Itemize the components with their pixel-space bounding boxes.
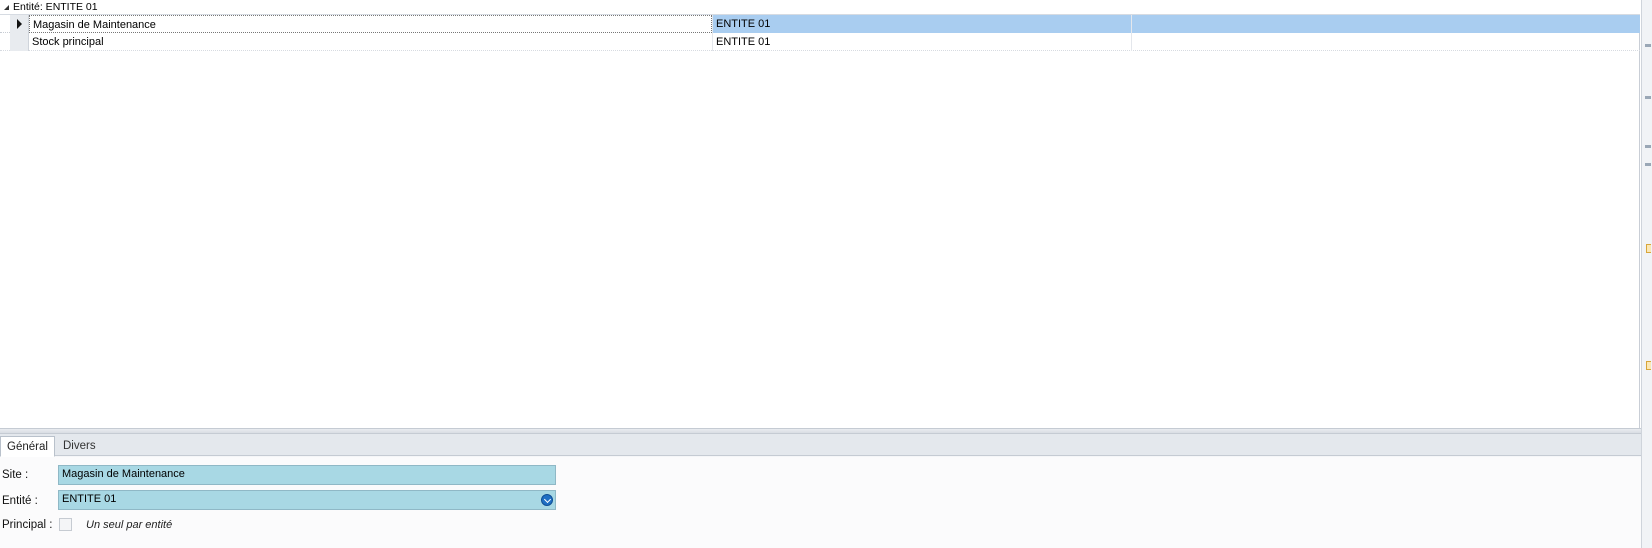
tab-general[interactable]: Général: [0, 436, 55, 457]
group-label: Entité: ENTITE 01: [13, 1, 98, 13]
cell-entite[interactable]: ENTITE 01: [712, 33, 1131, 51]
tab-divers[interactable]: Divers: [57, 436, 102, 456]
entite-label: Entité :: [2, 495, 38, 507]
row-indicator[interactable]: [10, 15, 29, 33]
right-toolbar-strip: [1641, 0, 1652, 548]
site-label: Site :: [2, 469, 29, 481]
window: Entité: ENTITE 01 Magasin de Maintenance…: [0, 0, 1652, 548]
dropdown-arrow-icon[interactable]: [541, 494, 553, 506]
toolbar-edge-icon[interactable]: [1646, 244, 1651, 253]
toolbar-edge-icon[interactable]: [1645, 96, 1651, 99]
site-field[interactable]: Magasin de Maintenance: [58, 465, 556, 485]
cell-empty[interactable]: [1131, 33, 1640, 51]
cell-site[interactable]: Magasin de Maintenance: [29, 15, 712, 33]
principal-label: Principal :: [2, 519, 53, 531]
table-row[interactable]: Magasin de Maintenance ENTITE 01: [0, 15, 1640, 33]
principal-checkbox[interactable]: [59, 518, 72, 531]
cell-empty[interactable]: [1131, 15, 1640, 33]
detail-panel: Général Divers Site : Magasin de Mainten…: [0, 434, 1641, 548]
row-indicator[interactable]: [10, 33, 29, 51]
tab-bar: Général Divers: [0, 434, 1641, 457]
data-grid[interactable]: Entité: ENTITE 01 Magasin de Maintenance…: [0, 0, 1640, 428]
entite-value: ENTITE 01: [62, 493, 117, 505]
entite-combo[interactable]: ENTITE 01: [58, 490, 556, 510]
form-general: Site : Magasin de Maintenance Entité : E…: [0, 457, 1641, 548]
table-row[interactable]: Stock principal ENTITE 01: [0, 33, 1640, 51]
toolbar-edge-icon[interactable]: [1646, 361, 1651, 370]
toolbar-edge-icon[interactable]: [1645, 163, 1651, 166]
cell-entite[interactable]: ENTITE 01: [712, 15, 1131, 33]
principal-hint: Un seul par entité: [86, 519, 173, 531]
toolbar-edge-icon[interactable]: [1645, 44, 1651, 47]
cell-site[interactable]: Stock principal: [29, 33, 712, 51]
toolbar-edge-icon[interactable]: [1645, 145, 1651, 148]
current-row-arrow-icon: [17, 19, 22, 29]
group-row[interactable]: Entité: ENTITE 01: [0, 0, 1640, 15]
collapse-triangle-icon[interactable]: [3, 4, 10, 11]
